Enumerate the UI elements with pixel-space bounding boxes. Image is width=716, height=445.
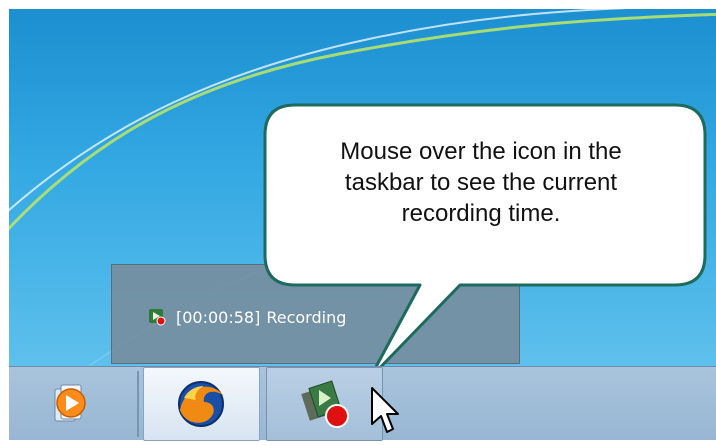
taskbar-thumbnail-popup[interactable]: [00:00:58] Recording bbox=[111, 264, 520, 364]
callout-line-2: taskbar to see the current bbox=[344, 169, 618, 196]
callout-text: Mouse over the icon in the taskbar to se… bbox=[262, 136, 700, 229]
callout-line-1: Mouse over the icon in the bbox=[340, 138, 622, 165]
mouse-cursor-icon bbox=[371, 387, 399, 433]
callout-line-3: recording time. bbox=[401, 200, 561, 227]
media-player-icon bbox=[54, 384, 86, 422]
thumbnail-title: [00:00:58] Recording bbox=[148, 305, 346, 329]
thumbnail-time: [00:00:58] bbox=[176, 307, 261, 327]
taskbar-divider bbox=[137, 371, 139, 437]
thumbnail-status: Recording bbox=[266, 307, 347, 327]
taskbar-button-media-player[interactable] bbox=[9, 367, 137, 441]
firefox-icon bbox=[178, 381, 224, 427]
taskbar bbox=[9, 366, 716, 441]
taskbar-button-recorder[interactable] bbox=[266, 367, 383, 441]
taskbar-button-firefox[interactable] bbox=[143, 367, 260, 441]
recorder-small-icon bbox=[148, 308, 166, 326]
recorder-icon bbox=[301, 380, 349, 428]
